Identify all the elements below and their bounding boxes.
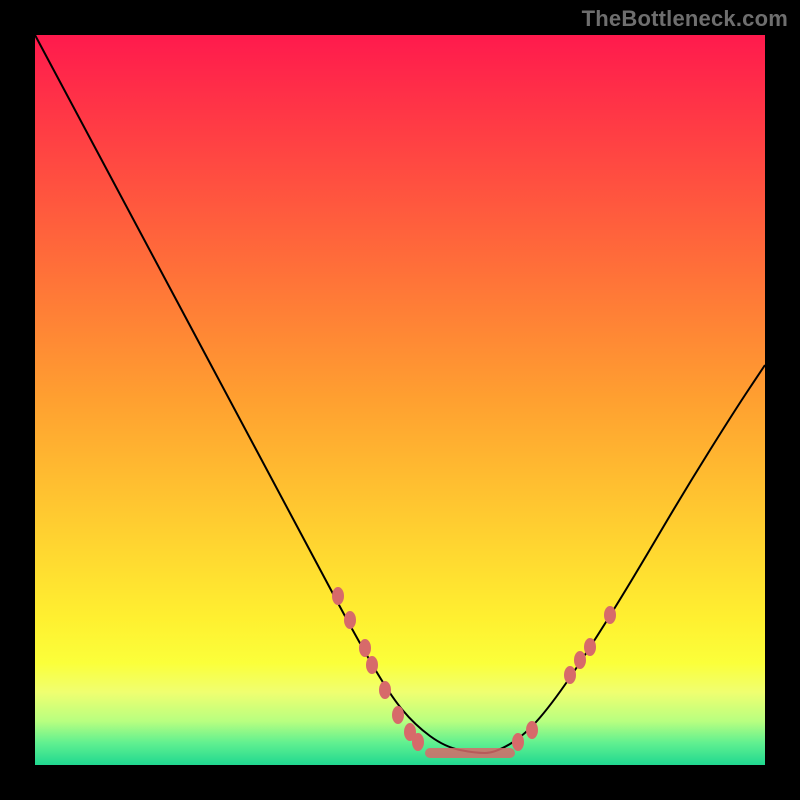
highlight-point — [574, 651, 586, 669]
curve-svg — [35, 35, 765, 765]
highlight-point — [344, 611, 356, 629]
plot-area — [35, 35, 765, 765]
highlight-point — [366, 656, 378, 674]
bottleneck-curve — [35, 35, 765, 753]
watermark-text: TheBottleneck.com — [582, 6, 788, 32]
highlight-point — [332, 587, 344, 605]
highlight-point — [564, 666, 576, 684]
highlight-point — [392, 706, 404, 724]
highlight-point — [512, 733, 524, 751]
highlight-point — [526, 721, 538, 739]
highlight-point — [359, 639, 371, 657]
chart-frame: TheBottleneck.com — [0, 0, 800, 800]
highlight-point — [604, 606, 616, 624]
highlight-point — [584, 638, 596, 656]
highlight-markers — [332, 587, 616, 753]
highlight-point — [379, 681, 391, 699]
highlight-point — [412, 733, 424, 751]
